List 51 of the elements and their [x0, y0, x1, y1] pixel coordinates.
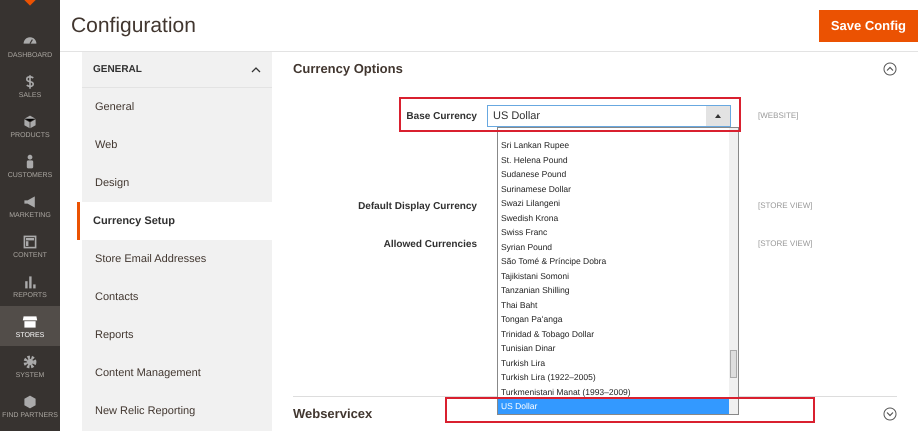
- scope-label: [STORE VIEW]: [758, 238, 813, 250]
- scope-label: [WEBSITE]: [758, 110, 798, 122]
- dropdown-option[interactable]: Swiss Franc: [498, 225, 729, 240]
- dropdown-option[interactable]: Surinamese Dollar: [498, 182, 729, 196]
- expand-icon[interactable]: [883, 407, 897, 421]
- dropdown-option[interactable]: Turkish Lira (1922–2005): [498, 370, 729, 384]
- field-label: Base Currency: [405, 110, 478, 124]
- dropdown-option[interactable]: São Tomé & Príncipe Dobra: [498, 254, 729, 268]
- bar-chart-icon: [22, 274, 38, 290]
- dropdown-option[interactable]: Trinidad & Tobago Dollar: [498, 326, 729, 341]
- dropdown-option[interactable]: Turkmenistani Manat (1993–2009): [498, 384, 729, 399]
- dropdown-option[interactable]: Sri Lankan Rupee: [498, 138, 729, 152]
- box-icon: [22, 114, 38, 130]
- menu-group-header[interactable]: GENERAL: [82, 52, 272, 88]
- cube-icon: [22, 394, 38, 410]
- menu-item[interactable]: Store Email Addresses: [82, 240, 272, 278]
- dropdown-option[interactable]: Tongan Paʻanga: [498, 312, 729, 326]
- menu-item[interactable]: Web: [82, 126, 272, 164]
- dropdown-option[interactable]: Thai Baht: [498, 298, 729, 312]
- dropdown-option[interactable]: Swedish Krona: [498, 210, 729, 225]
- menu-item[interactable]: General: [82, 88, 272, 126]
- dropdown-option[interactable]: Tanzanian Shilling: [498, 283, 729, 298]
- layout-icon: [22, 234, 38, 250]
- store-icon: [22, 314, 38, 330]
- dropdown-option[interactable]: Swazi Lilangeni: [498, 196, 729, 210]
- scrollbar[interactable]: [729, 128, 738, 414]
- dropdown-option[interactable]: Sudanese Pound: [498, 167, 729, 182]
- select-field[interactable]: US Dollar: [487, 105, 731, 127]
- dropdown-option[interactable]: St. Helena Pound: [498, 152, 729, 167]
- menu-item[interactable]: Currency Setup: [77, 202, 272, 240]
- dropdown-option[interactable]: Turkish Lira: [498, 356, 729, 370]
- section-title[interactable]: Webservicex: [293, 404, 372, 424]
- field-label: Default Display Currency: [357, 200, 478, 214]
- collapse-icon[interactable]: [883, 62, 897, 76]
- caret-up-icon: [715, 114, 721, 118]
- save-config-button[interactable]: Save Config: [818, 10, 918, 42]
- gear-icon: [22, 354, 38, 370]
- menu-item[interactable]: Contacts: [82, 278, 272, 316]
- chevron-icon: [251, 66, 261, 72]
- section-title[interactable]: Currency Options: [293, 59, 403, 79]
- menu-item[interactable]: Reports: [82, 316, 272, 354]
- menu-item[interactable]: Design: [82, 164, 272, 202]
- menu-item[interactable]: Content Management: [82, 354, 272, 392]
- megaphone-icon: [22, 194, 38, 210]
- dropdown-option[interactable]: Tajikistani Somoni: [498, 268, 729, 283]
- scope-label: [STORE VIEW]: [758, 200, 813, 212]
- dropdown-option[interactable]: Tunisian Dinar: [498, 341, 729, 356]
- menu-item[interactable]: New Relic Reporting: [82, 392, 272, 430]
- dropdown-option[interactable]: Syrian Pound: [498, 240, 729, 254]
- field-label: Allowed Currencies: [382, 238, 478, 252]
- page-title: Configuration: [71, 12, 196, 39]
